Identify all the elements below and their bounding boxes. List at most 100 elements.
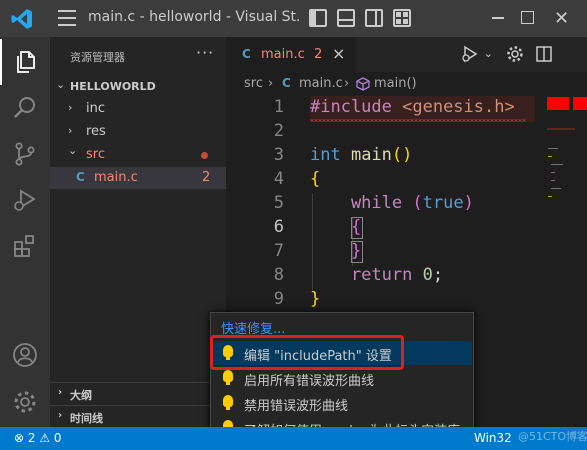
code-token: () bbox=[391, 145, 413, 165]
lightbulb-icon bbox=[223, 395, 233, 410]
lightbulb-icon bbox=[223, 370, 233, 385]
breadcrumb-folder[interactable]: src bbox=[244, 76, 263, 91]
code-line: } bbox=[310, 289, 321, 309]
minimap-line bbox=[551, 180, 555, 181]
platform-status[interactable]: Win32 bbox=[474, 431, 512, 445]
minimize-button[interactable] bbox=[492, 17, 504, 19]
explorer-sidebar: 资源管理器 ··· ⌄ HELLOWORLD › inc › res ⌄ src… bbox=[50, 37, 226, 427]
line-number: 2 bbox=[273, 121, 284, 141]
account-icon bbox=[13, 343, 37, 367]
more-actions-icon[interactable]: ··· bbox=[196, 43, 214, 62]
code-line: { bbox=[310, 217, 362, 237]
code-line: while (true) bbox=[310, 193, 474, 213]
chevron-down-icon: ⌄ bbox=[56, 78, 66, 91]
run-debug-icon[interactable] bbox=[461, 45, 479, 63]
outline-panel-header[interactable]: › 大纲 bbox=[50, 382, 226, 404]
files-icon bbox=[17, 51, 35, 73]
customize-layout-icon[interactable] bbox=[393, 9, 411, 27]
panel-label: 时间线 bbox=[70, 412, 103, 425]
code-line: return 0; bbox=[310, 265, 443, 285]
panel-label: 大纲 bbox=[70, 389, 92, 402]
tab-label: main.c bbox=[261, 47, 305, 62]
toggle-secondary-sidebar-icon[interactable] bbox=[365, 9, 383, 27]
code-line: } bbox=[310, 241, 362, 261]
maximize-button[interactable] bbox=[521, 11, 534, 24]
c-file-icon: C bbox=[76, 170, 85, 184]
code-token: true bbox=[422, 193, 464, 213]
code-token: while bbox=[310, 193, 403, 213]
status-bar: ⊗ 2 ⚠ 0 Win32 bbox=[0, 427, 587, 450]
window-title: main.c - helloworld - Visual St... bbox=[88, 9, 300, 25]
tree-item-main-c[interactable]: C main.c 2 bbox=[50, 167, 226, 189]
close-window-button[interactable]: ✕ bbox=[554, 8, 569, 29]
extensions-icon bbox=[14, 235, 34, 257]
extensions-button[interactable] bbox=[0, 223, 50, 269]
chevron-right-icon: › bbox=[58, 387, 63, 398]
explorer-button[interactable] bbox=[0, 39, 50, 85]
chevron-right-icon: › bbox=[268, 76, 274, 91]
tree-item-label: main.c bbox=[94, 170, 138, 185]
code-line: int main() bbox=[310, 145, 412, 165]
tree-root-label: HELLOWORLD bbox=[70, 80, 156, 93]
error-squiggle bbox=[310, 119, 526, 122]
line-number: 9 bbox=[273, 289, 284, 309]
search-button[interactable] bbox=[0, 85, 50, 131]
accounts-button[interactable] bbox=[0, 332, 50, 378]
code-token: int bbox=[310, 145, 341, 165]
code-line: { bbox=[310, 169, 321, 189]
source-control-button[interactable] bbox=[0, 131, 50, 177]
timeline-panel-header[interactable]: › 时间线 bbox=[50, 405, 226, 427]
run-debug-button[interactable] bbox=[0, 177, 50, 223]
tab-main-c[interactable]: C main.c 2 × bbox=[226, 37, 356, 72]
manage-button[interactable] bbox=[0, 379, 50, 425]
chevron-down-icon[interactable]: ⌄ bbox=[484, 47, 493, 60]
tree-item-label: res bbox=[86, 124, 106, 139]
tree-root-helloworld[interactable]: ⌄ HELLOWORLD bbox=[50, 75, 226, 97]
title-bar: main.c - helloworld - Visual St... ✕ bbox=[0, 0, 587, 37]
editor-actions: ⌄ bbox=[461, 44, 553, 63]
tab-close-button[interactable]: × bbox=[332, 44, 345, 63]
line-number: 8 bbox=[273, 265, 284, 285]
tree-item-inc[interactable]: › inc bbox=[50, 98, 226, 120]
toggle-sidebar-icon[interactable] bbox=[309, 9, 327, 27]
quick-fix-label: 启用所有错误波形曲线 bbox=[244, 374, 375, 389]
problem-count: 2 bbox=[202, 170, 211, 185]
tree-item-res[interactable]: › res bbox=[50, 121, 226, 143]
line-number: 3 bbox=[273, 145, 284, 165]
code-token: main bbox=[340, 145, 392, 165]
source-control-icon bbox=[15, 142, 35, 166]
editor-tab-bar: C main.c 2 × ⌄ bbox=[226, 37, 587, 72]
code-token: ; bbox=[432, 265, 444, 285]
watermark: @51CTO博客 bbox=[518, 430, 587, 443]
line-number: 5 bbox=[273, 193, 284, 213]
settings-gear-icon[interactable] bbox=[506, 45, 524, 63]
tab-problem-count: 2 bbox=[314, 47, 323, 62]
annotation-highlight-box bbox=[210, 335, 404, 370]
line-number: 4 bbox=[273, 169, 284, 189]
code-token: return bbox=[310, 265, 413, 285]
c-file-icon: C bbox=[282, 76, 291, 90]
chevron-right-icon: › bbox=[58, 410, 63, 421]
minimap-line bbox=[547, 128, 575, 130]
code-line: #include <genesis.h> bbox=[310, 97, 515, 117]
overview-ruler-error bbox=[573, 97, 587, 110]
problem-dot bbox=[201, 152, 208, 159]
vscode-logo-icon bbox=[11, 9, 32, 29]
hamburger-menu-icon[interactable] bbox=[58, 10, 76, 26]
quick-fix-item-disable-squiggles[interactable]: 禁用错误波形曲线 bbox=[212, 391, 472, 415]
split-editor-icon[interactable] bbox=[535, 45, 553, 63]
minimap-line bbox=[551, 188, 561, 189]
breadcrumb-file[interactable]: main.c bbox=[299, 76, 343, 91]
minimap-line bbox=[548, 196, 552, 197]
breadcrumb-symbol[interactable]: main() bbox=[374, 76, 417, 91]
minimap-line bbox=[548, 148, 558, 149]
minimap-error-marker bbox=[547, 97, 569, 110]
toggle-panel-icon[interactable] bbox=[337, 9, 355, 27]
tree-item-src[interactable]: ⌄ src bbox=[50, 144, 226, 166]
breadcrumb: src › C main.c › main() bbox=[226, 72, 587, 94]
minimap-line bbox=[551, 164, 563, 165]
code-token: <genesis.h> bbox=[391, 97, 515, 117]
problems-status[interactable]: ⊗ 2 ⚠ 0 bbox=[14, 431, 62, 445]
quick-fix-menu: 快速修复... 编辑 "includePath" 设置 启用所有错误波形曲线 禁… bbox=[210, 312, 474, 444]
chevron-right-icon: › bbox=[68, 124, 73, 137]
